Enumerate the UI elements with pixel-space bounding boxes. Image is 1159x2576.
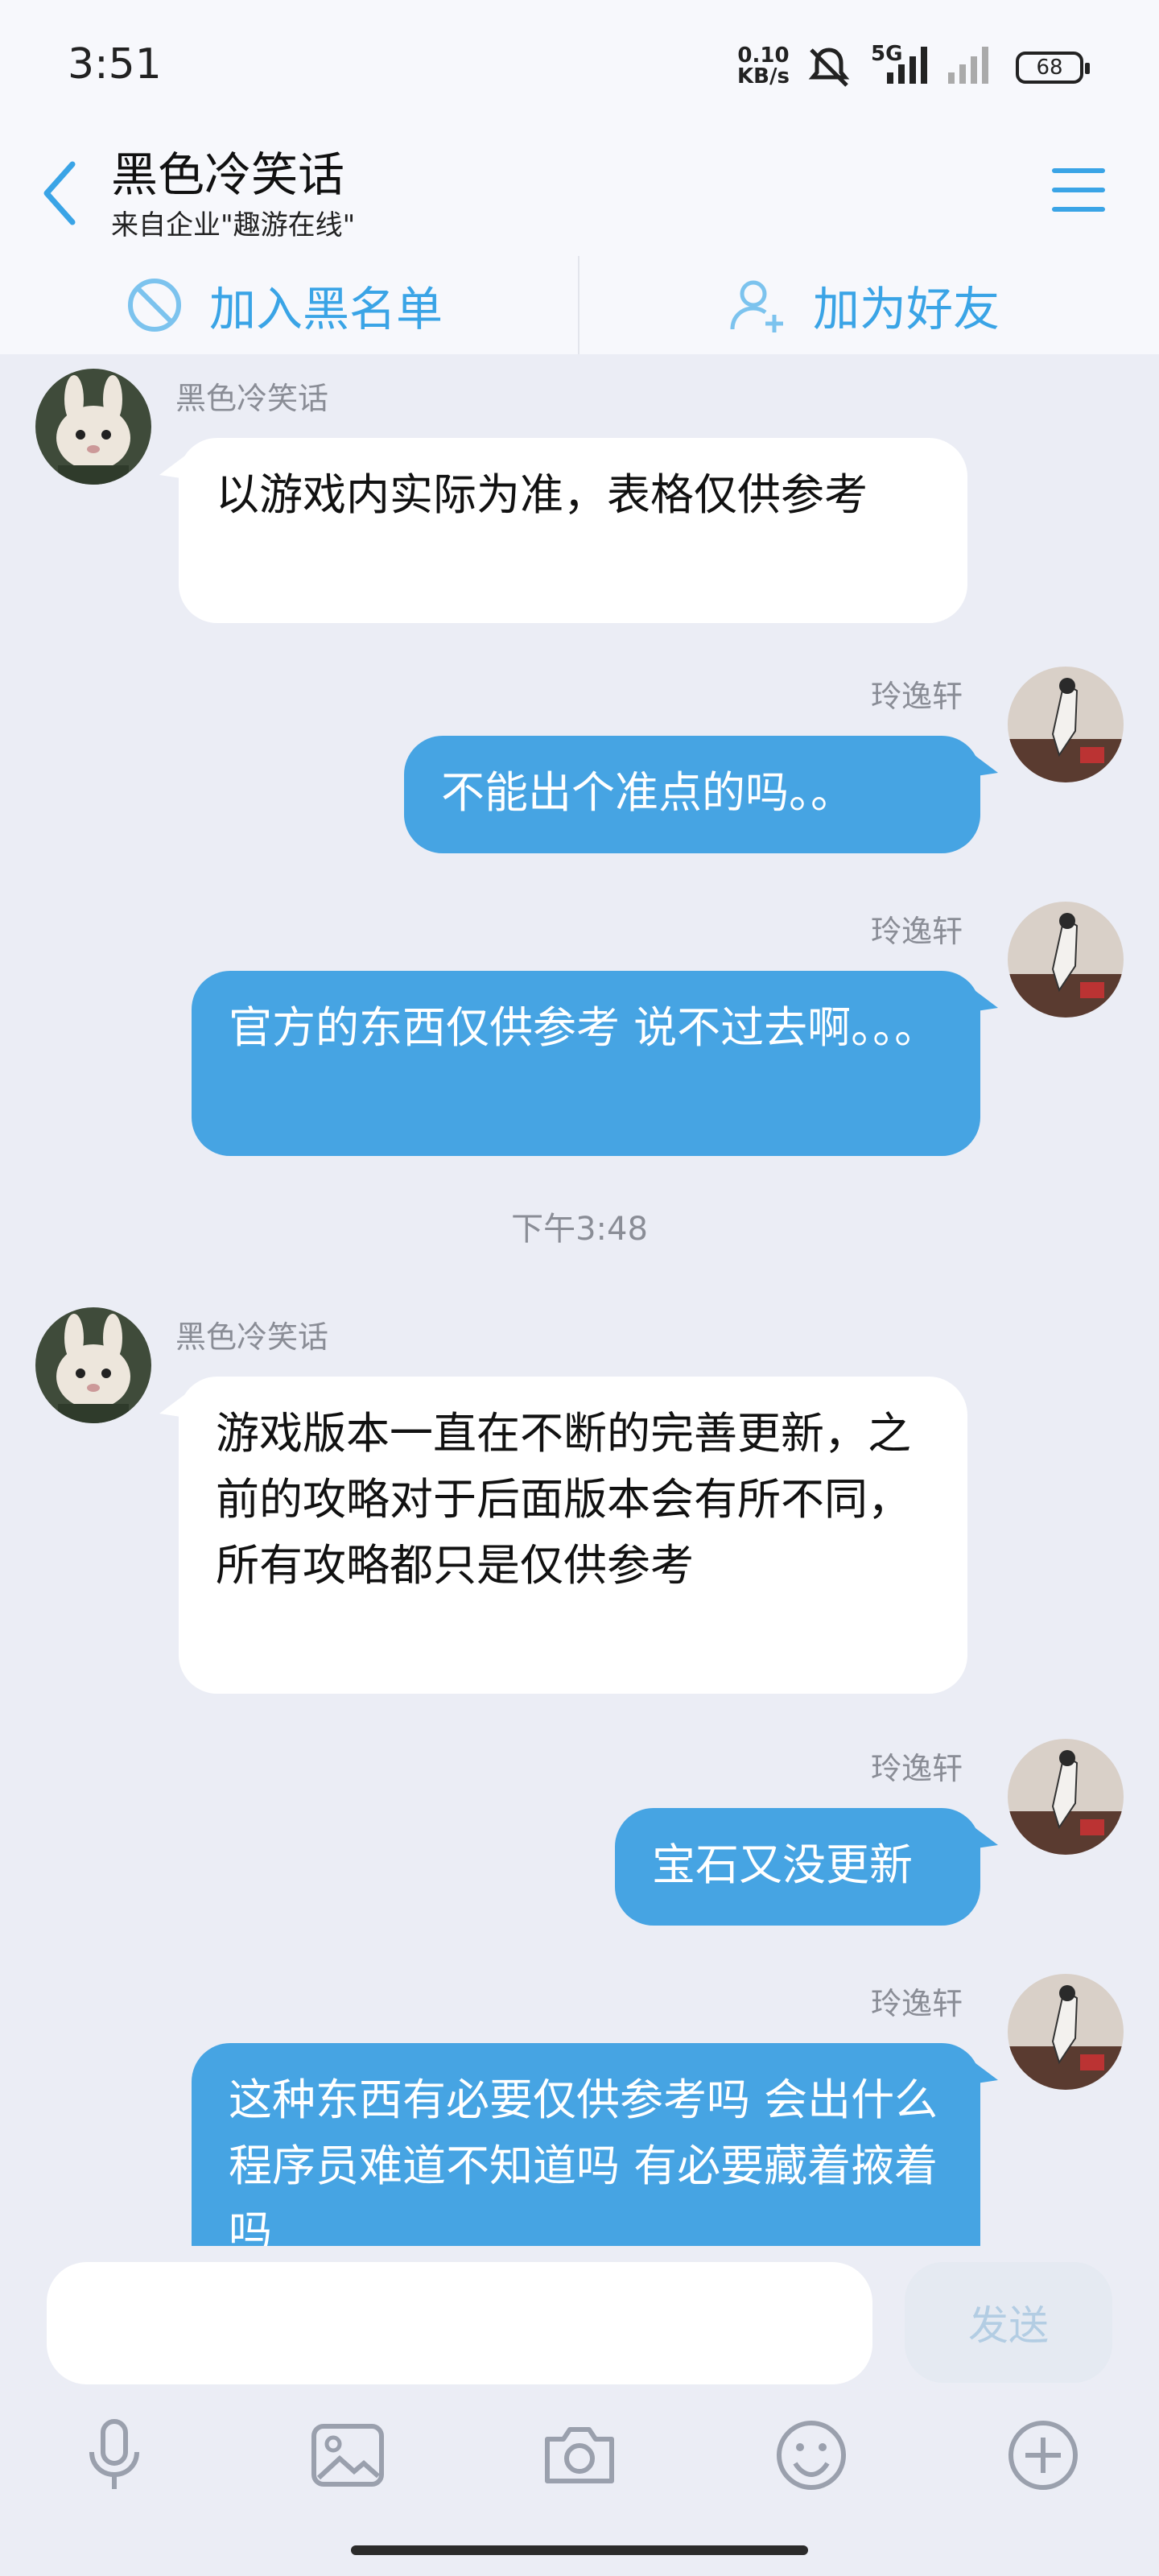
avatar[interactable] bbox=[1008, 1739, 1124, 1855]
composer: 发送 bbox=[0, 2246, 1159, 2576]
message-bubble-outgoing[interactable]: 宝石又没更新 bbox=[615, 1808, 980, 1926]
message-bubble-outgoing[interactable]: 这种东西有必要仅供参考吗 会出什么程序员难道不知道吗 有必要藏着掖着吗 bbox=[192, 2043, 980, 2246]
sender-name: 玲逸轩 bbox=[871, 1751, 963, 1786]
plus-icon[interactable] bbox=[1003, 2415, 1083, 2496]
net-speed-value: 0.10 bbox=[737, 43, 790, 68]
net-speed: 0.10 KB/s bbox=[737, 45, 790, 87]
character-avatar-icon bbox=[1008, 902, 1124, 1018]
divider bbox=[578, 256, 580, 354]
home-indicator[interactable] bbox=[351, 2545, 808, 2555]
add-friend-label: 加为好友 bbox=[813, 282, 1000, 336]
avatar[interactable] bbox=[35, 369, 151, 485]
add-friend-button[interactable]: 加为好友 bbox=[729, 256, 1000, 354]
character-avatar-icon bbox=[1008, 1739, 1124, 1855]
message-bubble-outgoing[interactable]: 不能出个准点的吗。。 bbox=[404, 736, 980, 853]
add-user-icon bbox=[730, 280, 783, 332]
character-avatar-icon bbox=[1008, 1974, 1124, 2090]
microphone-icon[interactable] bbox=[74, 2415, 155, 2496]
camera-icon[interactable] bbox=[539, 2415, 620, 2496]
message-bubble-incoming[interactable]: 以游戏内实际为准，表格仅供参考 bbox=[179, 438, 967, 623]
sender-name: 玲逸轩 bbox=[871, 914, 963, 949]
sender-name: 玲逸轩 bbox=[871, 1986, 963, 2021]
bunny-avatar-icon bbox=[35, 1307, 151, 1423]
signal-weak-icon bbox=[948, 47, 988, 84]
signal-icon bbox=[887, 47, 927, 84]
page-subtitle: 来自企业"趣游在线" bbox=[111, 209, 356, 242]
timestamp: 下午3:48 bbox=[511, 1211, 648, 1248]
sender-name: 玲逸轩 bbox=[871, 679, 963, 714]
message-bubble-incoming[interactable]: 游戏版本一直在不断的完善更新，之前的攻略对于后面版本会有所不同，所有攻略都只是仅… bbox=[179, 1377, 967, 1694]
message-input[interactable] bbox=[47, 2262, 872, 2384]
sender-name: 黑色冷笑话 bbox=[175, 1319, 329, 1355]
battery-icon: 68 bbox=[1016, 52, 1090, 84]
block-icon bbox=[128, 279, 181, 332]
chat-header: 黑色冷笑话 来自企业"趣游在线" bbox=[0, 129, 1159, 258]
status-bar: 3:51 0.10 KB/s 5G 68 bbox=[0, 0, 1159, 129]
blacklist-label: 加入黑名单 bbox=[209, 282, 443, 336]
emoji-icon[interactable] bbox=[771, 2415, 852, 2496]
sender-name: 黑色冷笑话 bbox=[175, 381, 329, 416]
character-avatar-icon bbox=[1008, 667, 1124, 782]
mute-icon bbox=[808, 47, 850, 87]
message-list[interactable]: 黑色冷笑话 以游戏内实际为准，表格仅供参考 玲逸轩 不能出个准点的吗。。 玲逸轩… bbox=[0, 354, 1159, 2246]
menu-icon[interactable] bbox=[1046, 158, 1111, 222]
message-bubble-outgoing[interactable]: 官方的东西仅供参考 说不过去啊。。。 bbox=[192, 971, 980, 1156]
avatar[interactable] bbox=[1008, 902, 1124, 1018]
net-speed-unit: KB/s bbox=[737, 64, 790, 89]
blacklist-button[interactable]: 加入黑名单 bbox=[126, 256, 443, 354]
send-button[interactable]: 发送 bbox=[905, 2262, 1112, 2383]
page-title: 黑色冷笑话 bbox=[111, 147, 345, 202]
avatar[interactable] bbox=[35, 1307, 151, 1423]
avatar[interactable] bbox=[1008, 1974, 1124, 2090]
action-bar: 加入黑名单 加为好友 bbox=[0, 256, 1159, 354]
image-icon[interactable] bbox=[307, 2415, 388, 2496]
status-time: 3:51 bbox=[68, 40, 162, 89]
bunny-avatar-icon bbox=[35, 369, 151, 485]
back-arrow-icon[interactable] bbox=[35, 153, 84, 233]
avatar[interactable] bbox=[1008, 667, 1124, 782]
